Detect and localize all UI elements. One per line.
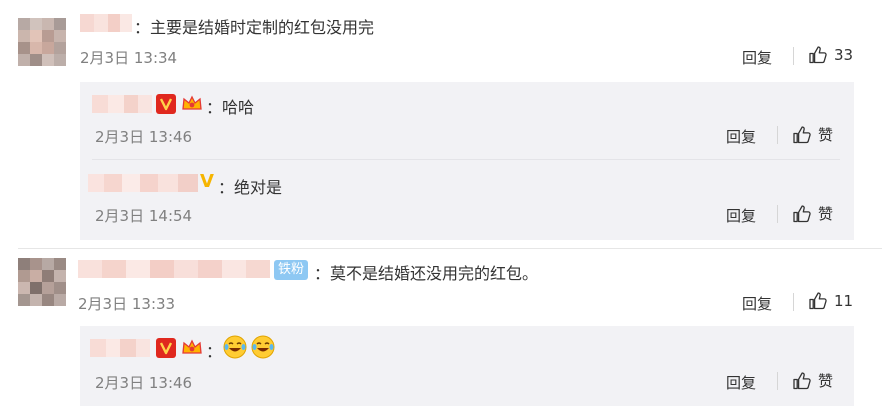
- like-label: 赞: [818, 372, 834, 390]
- reply-button[interactable]: 回复: [742, 47, 772, 68]
- like-label: 赞: [818, 126, 834, 144]
- comment-text: ：主要是结婚时定制的红包没用完: [134, 18, 375, 37]
- comment-divider: [18, 248, 882, 249]
- reply-text: ：哈哈: [206, 98, 255, 117]
- action-separator: [777, 372, 778, 390]
- laughing-tears-emoji-icon: [251, 335, 275, 359]
- reply-timestamp: 2月3日 14:54: [95, 207, 193, 225]
- like-count: 33: [834, 46, 854, 64]
- verified-v-icon: V: [200, 171, 214, 192]
- reply-timestamp: 2月3日 13:46: [95, 374, 193, 392]
- reply-text: ：绝对是: [218, 178, 283, 197]
- vip-v-badge-icon: [156, 94, 176, 114]
- reply-text: ：: [206, 342, 223, 361]
- reply-thread: ：哈哈 2月3日 13:46 回复 赞 V ：绝对是 2月3日 14:54 回复…: [80, 82, 854, 240]
- like-button[interactable]: 赞: [792, 370, 833, 391]
- like-button[interactable]: 赞: [792, 203, 833, 224]
- avatar[interactable]: [18, 258, 66, 306]
- thumbs-up-icon: [808, 45, 828, 65]
- blurred-username[interactable]: [88, 174, 198, 192]
- reply-divider: [92, 159, 840, 160]
- action-separator: [793, 293, 794, 311]
- crown-member-icon: [181, 338, 203, 358]
- blurred-username[interactable]: [90, 339, 150, 357]
- like-count: 11: [834, 292, 854, 310]
- comment-text: ：莫不是结婚还没用完的红包。: [314, 264, 539, 283]
- crown-member-icon: [181, 94, 203, 114]
- vip-v-badge-icon: [156, 338, 176, 358]
- like-button[interactable]: 33: [808, 45, 853, 65]
- action-separator: [793, 47, 794, 65]
- like-button[interactable]: 11: [808, 291, 853, 311]
- reply-button[interactable]: 回复: [742, 293, 772, 314]
- reply-button[interactable]: 回复: [726, 126, 756, 147]
- thumbs-up-icon: [808, 291, 828, 311]
- thumbs-up-icon: [792, 204, 812, 224]
- reply-button[interactable]: 回复: [726, 205, 756, 226]
- reply-button[interactable]: 回复: [726, 372, 756, 393]
- reply-timestamp: 2月3日 13:46: [95, 128, 193, 146]
- laughing-tears-emoji-icon: [223, 335, 247, 359]
- iron-fan-badge: 铁粉: [274, 260, 309, 280]
- like-label: 赞: [818, 205, 834, 223]
- avatar[interactable]: [18, 18, 66, 66]
- reply-thread: ： 2月3日 13:46 回复 赞: [80, 326, 854, 406]
- action-separator: [777, 205, 778, 223]
- like-button[interactable]: 赞: [792, 124, 833, 145]
- blurred-username[interactable]: [78, 260, 270, 278]
- comment-timestamp: 2月3日 13:33: [78, 295, 176, 313]
- blurred-username[interactable]: [80, 14, 132, 32]
- action-separator: [777, 126, 778, 144]
- comment-timestamp: 2月3日 13:34: [80, 49, 178, 67]
- thumbs-up-icon: [792, 371, 812, 391]
- thumbs-up-icon: [792, 125, 812, 145]
- blurred-username[interactable]: [92, 95, 152, 113]
